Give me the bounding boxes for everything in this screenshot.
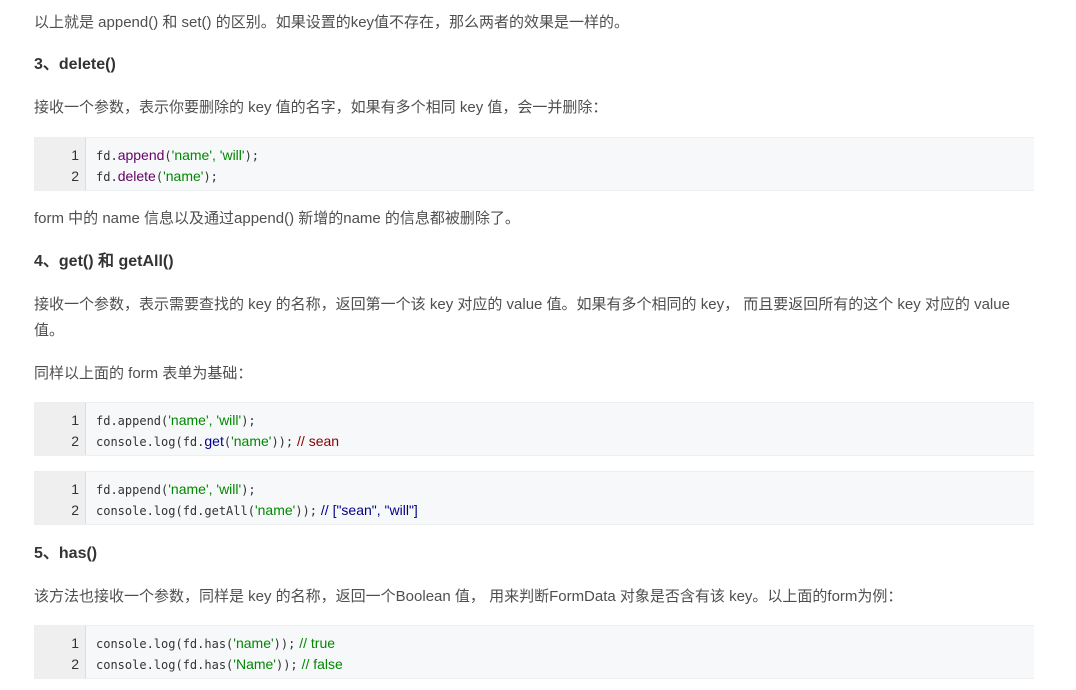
line-number: 1 — [71, 147, 79, 163]
line-number: 2 — [71, 433, 79, 449]
delete-description: 接收一个参数，表示你要删除的 key 值的名字，如果有多个相同 key 值，会一… — [34, 99, 608, 116]
code-block-delete: 1 2 fd.append('name', 'will'); fd.delete… — [34, 137, 1034, 191]
code-block-get: 1 2 fd.append('name', 'will'); console.l… — [34, 402, 1034, 456]
section-heading-get: 4、get() 和 getAll() — [34, 253, 174, 270]
code-line: console.log(fd.get('name')); // sean — [96, 433, 340, 449]
line-number: 2 — [71, 502, 79, 518]
section-heading-delete: 3、delete() — [34, 56, 116, 73]
line-number: 1 — [71, 412, 79, 428]
code-block-getall: 1 2 fd.append('name', 'will'); console.l… — [34, 471, 1034, 525]
code-line: console.log(fd.getAll('name')); // ["sea… — [96, 502, 418, 518]
line-number: 2 — [71, 656, 79, 672]
line-number-gutter: 1 2 — [34, 403, 86, 455]
intro-paragraph: 以上就是 append() 和 set() 的区别。如果设置的key值不存在，那… — [34, 14, 630, 31]
line-number: 1 — [71, 481, 79, 497]
code-line: console.log(fd.has('name')); // true — [96, 635, 336, 651]
line-number-gutter: 1 2 — [34, 138, 86, 190]
line-number: 2 — [71, 168, 79, 184]
code-line: fd.append('name', 'will'); — [96, 147, 260, 163]
code-line: fd.append('name', 'will'); — [96, 412, 256, 428]
get-description: 接收一个参数，表示需要查找的 key 的名称，返回第一个该 key 对应的 va… — [34, 296, 1010, 339]
code-block-has: 1 2 console.log(fd.has('name')); // true… — [34, 625, 1034, 679]
delete-result-paragraph: form 中的 name 信息以及通过append() 新增的name 的信息都… — [34, 210, 520, 227]
line-number-gutter: 1 2 — [34, 626, 86, 678]
section-heading-has: 5、has() — [34, 545, 98, 562]
code-line: fd.delete('name'); — [96, 168, 218, 184]
line-number-gutter: 1 2 — [34, 472, 86, 524]
code-line: fd.append('name', 'will'); — [96, 481, 256, 497]
has-description: 该方法也接收一个参数，同样是 key 的名称，返回一个Boolean 值， 用来… — [34, 588, 903, 605]
line-number: 1 — [71, 635, 79, 651]
code-line: console.log(fd.has('Name')); // false — [96, 656, 343, 672]
get-note: 同样以上面的 form 表单为基础： — [34, 365, 253, 382]
